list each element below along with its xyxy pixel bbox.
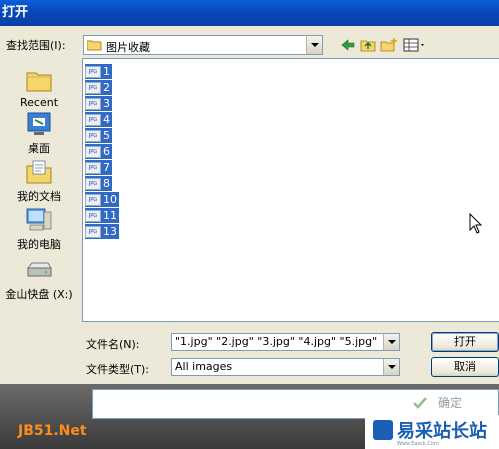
list-item[interactable]: JPG 1	[85, 64, 112, 79]
list-item[interactable]: JPG 5	[85, 128, 112, 143]
place-label: 金山快盘 (X:)	[5, 288, 73, 301]
watermark-right: 易采站长站 Www.Easck.Com	[365, 415, 499, 449]
file-type-value: All images	[175, 360, 233, 373]
up-folder-button[interactable]	[358, 36, 378, 54]
file-type-label: 文件类型(T):	[86, 363, 150, 376]
file-name: 1	[103, 65, 110, 78]
jpg-file-icon: JPG	[85, 161, 101, 174]
file-name-value: "1.jpg" "2.jpg" "3.jpg" "4.jpg" "5.jpg"	[175, 335, 378, 348]
file-name: 11	[103, 209, 117, 222]
file-name: 5	[103, 129, 110, 142]
chevron-down-icon[interactable]	[383, 334, 399, 350]
place-desktop[interactable]: 桌面	[0, 110, 78, 156]
back-arrow-icon	[341, 39, 355, 51]
jpg-file-icon: JPG	[85, 97, 101, 110]
jpg-file-icon: JPG	[85, 129, 101, 142]
view-menu-button[interactable]	[401, 36, 427, 54]
drive-icon	[26, 262, 52, 277]
mouse-cursor-icon	[469, 213, 483, 234]
place-label: Recent	[19, 96, 59, 109]
my-documents-icon	[26, 160, 52, 184]
file-name-input[interactable]: "1.jpg" "2.jpg" "3.jpg" "4.jpg" "5.jpg"	[171, 333, 400, 351]
jpg-file-icon: JPG	[85, 177, 101, 190]
list-item[interactable]: JPG 6	[85, 144, 112, 159]
file-name: 3	[103, 97, 110, 110]
check-icon	[413, 397, 427, 409]
file-name: 2	[103, 81, 110, 94]
my-computer-icon	[26, 208, 52, 231]
watermark-left: JB51.Net	[18, 423, 87, 439]
file-name: 6	[103, 145, 110, 158]
folder-icon	[87, 40, 102, 51]
list-item[interactable]: JPG 11	[85, 208, 119, 223]
watermark-text: 易采站长站	[397, 421, 487, 442]
place-label: 桌面	[28, 142, 50, 155]
jpg-file-icon: JPG	[85, 65, 101, 78]
recent-folder-icon	[26, 72, 52, 92]
jpg-file-icon: JPG	[85, 81, 101, 94]
place-label: 我的文档	[17, 190, 61, 203]
file-name-label: 文件名(N):	[86, 338, 140, 351]
place-my-documents[interactable]: 我的文档	[0, 158, 78, 204]
place-label: 我的电脑	[17, 238, 61, 251]
jpg-file-icon: JPG	[85, 145, 101, 158]
window-title: 打开	[0, 0, 499, 26]
file-type-select[interactable]: All images	[171, 358, 400, 376]
file-name: 8	[103, 177, 110, 190]
open-button[interactable]: 打开	[431, 332, 499, 352]
list-item[interactable]: JPG 2	[85, 80, 112, 95]
file-name: 4	[103, 113, 110, 126]
list-item[interactable]: JPG 7	[85, 160, 112, 175]
view-menu-icon	[403, 38, 424, 52]
place-my-computer[interactable]: 我的电脑	[0, 206, 78, 252]
look-in-label: 查找范围(I):	[6, 39, 66, 52]
up-folder-icon	[360, 40, 376, 52]
file-name: 7	[103, 161, 110, 174]
cancel-button[interactable]: 取消	[431, 357, 499, 377]
look-in-combo[interactable]: 图片收藏	[83, 35, 323, 55]
list-item[interactable]: JPG 8	[85, 176, 112, 191]
jpg-file-icon: JPG	[85, 225, 101, 238]
ok-label: 确定	[438, 396, 463, 410]
list-item[interactable]: JPG 13	[85, 224, 119, 239]
chevron-down-icon[interactable]	[306, 36, 322, 54]
jpg-file-icon: JPG	[85, 113, 101, 126]
jpg-file-icon: JPG	[85, 209, 101, 222]
site-logo-icon	[373, 420, 393, 440]
file-name: 10	[103, 193, 117, 206]
place-recent[interactable]: Recent	[0, 66, 78, 109]
places-bar: Recent 桌面 我的文档 我的电脑 金山快盘 (X:)	[0, 58, 78, 308]
look-in-value: 图片收藏	[106, 41, 150, 54]
new-folder-icon	[380, 38, 397, 52]
jpg-file-icon: JPG	[85, 193, 101, 206]
watermark-url: Www.Easck.Com	[397, 441, 439, 447]
list-item[interactable]: JPG 10	[85, 192, 119, 207]
ok-button[interactable]: 确定	[398, 391, 476, 415]
new-folder-button[interactable]	[378, 36, 398, 54]
file-name: 13	[103, 225, 117, 238]
desktop-icon	[27, 112, 51, 135]
file-list[interactable]: JPG 1 JPG 2 JPG 3 JPG 4 JPG 5 JPG 6 JPG …	[82, 58, 499, 322]
back-button[interactable]	[338, 36, 358, 54]
chevron-down-icon[interactable]	[383, 359, 399, 375]
list-item[interactable]: JPG 4	[85, 112, 112, 127]
list-item[interactable]: JPG 3	[85, 96, 112, 111]
place-drive-x[interactable]: 金山快盘 (X:)	[0, 256, 78, 302]
